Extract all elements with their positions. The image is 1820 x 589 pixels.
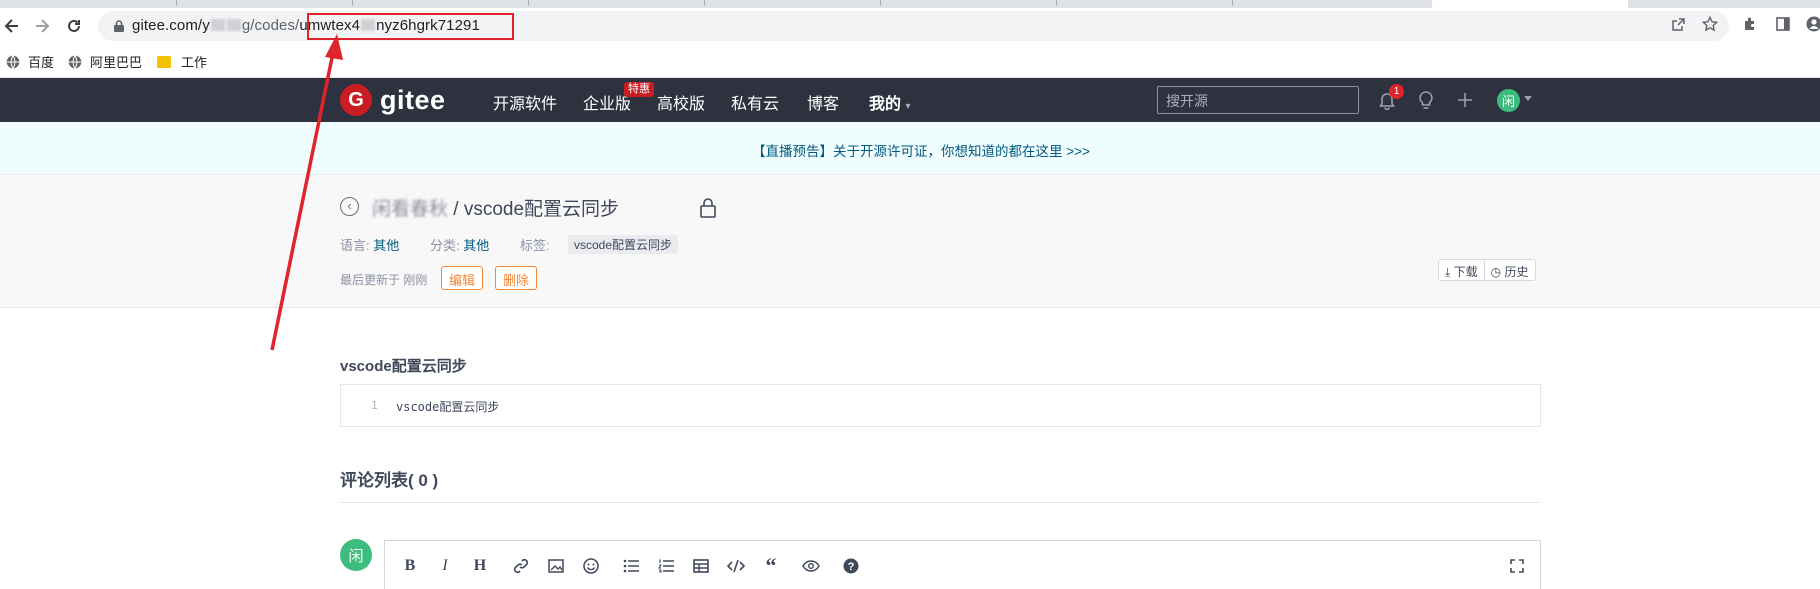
secure-lock-icon[interactable] <box>112 19 126 33</box>
tab-divider <box>1232 0 1233 6</box>
history-label: 历史 <box>1504 265 1529 279</box>
language-value[interactable]: 其他 <box>373 238 399 253</box>
gitee-wordmark: gitee <box>380 84 446 115</box>
snippet-header <box>0 175 1820 308</box>
delete-button[interactable]: 删除 <box>495 266 538 290</box>
tab-divider <box>528 0 529 6</box>
code-icon[interactable] <box>725 556 747 576</box>
announcement-bar: 【直播预告】关于开源许可证，你想知道的都在这里 >>> <box>0 122 1820 175</box>
avatar-chevron-down-icon[interactable] <box>1524 96 1532 101</box>
last-updated: 最后更新于 刚刚 <box>340 273 428 287</box>
tag-label: 标签: <box>520 238 550 253</box>
globe-icon <box>6 55 20 68</box>
bookmark-label: 百度 <box>28 55 55 70</box>
svg-text:?: ? <box>848 561 855 573</box>
bookmark-star-icon[interactable] <box>1700 14 1720 34</box>
extensions-icon[interactable] <box>1740 14 1760 34</box>
owner-name[interactable]: 闲看春秋 <box>372 199 448 220</box>
search-input[interactable]: 搜开源 <box>1157 86 1359 114</box>
tab-divider <box>704 0 705 6</box>
language-meta: 语言: 其他 <box>340 235 399 254</box>
bookmark-label: 阿里巴巴 <box>90 55 143 70</box>
file-name: vscode配置云同步 <box>340 358 467 375</box>
comments-title: 评论列表( 0 ) <box>340 471 439 490</box>
table-icon[interactable] <box>690 556 712 576</box>
comments-divider <box>340 502 1541 503</box>
history-icon: ◷ <box>1490 265 1502 279</box>
folder-icon <box>157 55 171 68</box>
nav-open-source[interactable]: 开源软件 <box>493 90 557 114</box>
download-icon: ⤓ <box>1445 265 1451 279</box>
download-label: 下载 <box>1453 265 1478 279</box>
tab-divider <box>352 0 353 6</box>
browser-toolbar: gitee.com/y g/codes/umwtex4 nyz6hgrk71291 <box>0 8 1820 44</box>
emoji-icon[interactable] <box>580 556 602 576</box>
image-icon[interactable] <box>545 556 567 576</box>
edit-button[interactable]: 编辑 <box>441 266 484 290</box>
snippet-name: vscode配置云同步 <box>463 199 620 220</box>
fullscreen-icon[interactable] <box>1506 556 1528 576</box>
bookmarks-bar: 百度 阿里巴巴 工作 <box>0 44 1820 78</box>
share-icon[interactable] <box>1668 14 1688 34</box>
category-label: 分类: <box>430 238 460 253</box>
nav-private-cloud[interactable]: 私有云 <box>731 90 779 114</box>
globe-icon <box>68 55 82 68</box>
notification-count-badge: 1 <box>1389 84 1404 99</box>
preview-icon[interactable] <box>800 556 822 576</box>
bookmark-alibaba[interactable]: 阿里巴巴 <box>68 52 142 71</box>
gitee-logo[interactable]: G gitee <box>340 84 446 116</box>
gitee-header: G gitee 开源软件 企业版 特惠 高校版 私有云 博客 我的 ▾ 搜开源 <box>0 78 1820 122</box>
profile-icon[interactable] <box>1804 14 1820 34</box>
tab-divider <box>880 0 881 6</box>
bullet-list-icon[interactable] <box>620 556 642 576</box>
bookmark-baidu[interactable]: 百度 <box>6 52 54 71</box>
bulb-icon[interactable] <box>1414 88 1438 112</box>
browser-tab-strip <box>0 0 1820 8</box>
category-value[interactable]: 其他 <box>463 238 489 253</box>
back-circle-icon[interactable]: ‹ <box>340 197 359 216</box>
language-label: 语言: <box>340 238 370 253</box>
tag-meta: 标签: <box>520 235 550 254</box>
download-button[interactable]: ⤓ 下载 <box>1439 260 1484 280</box>
gitee-logo-icon: G <box>340 84 372 116</box>
tab-divider <box>1056 0 1057 6</box>
reload-icon[interactable] <box>62 14 86 38</box>
bookmark-folder-work[interactable]: 工作 <box>157 52 207 71</box>
add-icon[interactable] <box>1453 88 1477 112</box>
title-separator: / <box>448 199 464 220</box>
download-history-group: ⤓ 下载 ◷ 历史 <box>1438 259 1536 281</box>
heading-icon[interactable]: H <box>469 556 491 576</box>
active-browser-tab[interactable] <box>1432 0 1628 8</box>
nav-blog[interactable]: 博客 <box>807 90 839 114</box>
announcement-link[interactable]: 【直播预告】关于开源许可证，你想知道的都在这里 >>> <box>752 140 1090 160</box>
numbered-list-icon[interactable] <box>655 556 677 576</box>
category-meta: 分类: 其他 <box>430 235 489 254</box>
comment-avatar: 闲 <box>340 539 372 571</box>
private-lock-icon <box>700 198 716 218</box>
bookmark-label: 工作 <box>181 55 208 70</box>
history-button[interactable]: ◷ 历史 <box>1483 260 1535 280</box>
bold-icon[interactable]: B <box>399 556 421 576</box>
line-number: 1 <box>371 399 378 412</box>
help-icon[interactable]: ? <box>840 556 862 576</box>
back-icon[interactable] <box>0 14 24 38</box>
link-icon[interactable] <box>510 556 532 576</box>
user-avatar[interactable]: 闲 <box>1497 89 1520 112</box>
quote-icon[interactable]: “ <box>760 553 782 578</box>
code-line: vscode配置云同步 <box>396 400 500 414</box>
forward-icon[interactable] <box>30 14 54 38</box>
snippet-title: 闲看春秋 / vscode配置云同步 <box>372 194 619 221</box>
code-viewer: 1 vscode配置云同步 <box>340 384 1541 427</box>
nav-mine[interactable]: 我的 ▾ <box>869 90 911 114</box>
tag-chip[interactable]: vscode配置云同步 <box>568 235 679 254</box>
italic-icon[interactable]: I <box>434 556 456 576</box>
side-panel-icon[interactable] <box>1773 14 1793 34</box>
tab-divider <box>176 0 177 6</box>
nav-mine-label: 我的 <box>869 96 902 113</box>
chevron-down-icon: ▾ <box>905 101 911 112</box>
url-highlight-box <box>307 13 514 40</box>
nav-education[interactable]: 高校版 <box>657 90 705 114</box>
promo-badge: 特惠 <box>624 82 654 97</box>
